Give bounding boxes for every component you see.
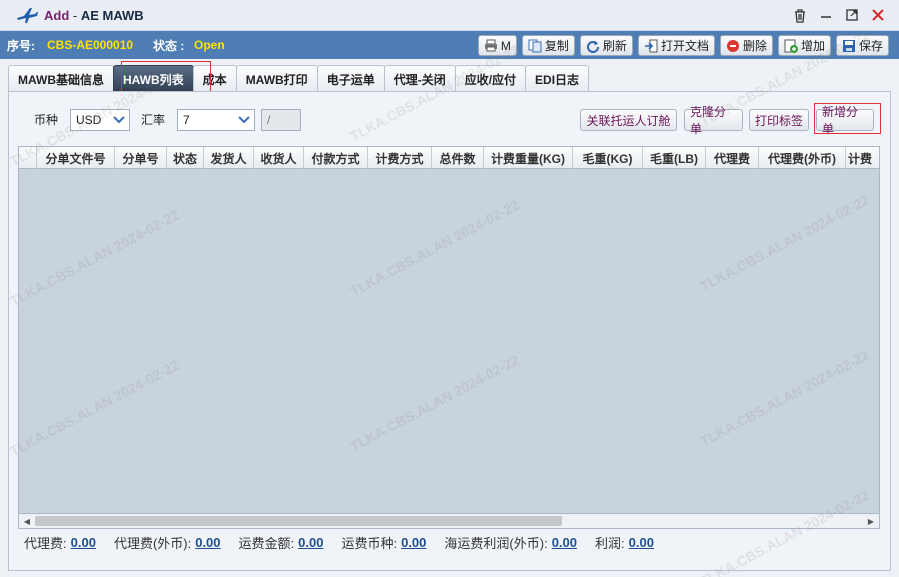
printer-icon [484,39,498,53]
save-button-label: 保存 [858,39,883,53]
window-title: Add - AE MAWB [44,8,144,23]
row-selector-header [19,147,37,169]
delete-button-label: 删除 [742,39,767,53]
ocean-profit-label: 海运费利润(外币): [444,535,548,551]
column-header[interactable]: 收货人 [254,147,304,169]
agent-fee-fc-label: 代理费(外币): [113,535,192,551]
title-bar: Add - AE MAWB [0,0,899,31]
save-icon [842,39,856,53]
currency-select[interactable]: USD [70,109,130,131]
trash-icon[interactable] [791,6,809,24]
column-header[interactable]: 分单文件号 [37,147,115,169]
freight-currency-label: 运费币种: [341,535,398,551]
serial-label: 序号: [7,38,35,53]
serial-value: CBS-AE000010 [47,38,134,52]
freight-currency-value[interactable]: 0.00 [401,535,426,550]
agent-fee-value[interactable]: 0.00 [71,535,96,550]
open-document-icon [644,39,658,53]
currency-label: 币种 [34,113,59,127]
toolbar: M 复制 刷新 打开文档 删除 增加 保存 [477,35,889,56]
column-header[interactable]: 代理费(外币) [759,147,846,169]
profit-label: 利润: [595,535,625,551]
copy-button-label: 复制 [544,39,569,53]
refresh-icon [586,39,600,53]
currency-select-value: USD [76,113,102,127]
rate-extra-value: / [267,113,271,127]
add-icon [784,39,798,53]
tab-receivable-payable[interactable]: 应收/应付 [454,65,527,92]
freight-amount-label: 运费金额: [238,535,295,551]
column-header[interactable]: 计费重量(KG) [484,147,573,169]
column-header[interactable]: 代理费 [706,147,759,169]
delete-button[interactable]: 删除 [719,35,773,56]
rate-label: 汇率 [141,113,166,127]
open-document-button-label: 打开文档 [660,39,709,53]
profit-value[interactable]: 0.00 [629,535,654,550]
scroll-left-icon[interactable]: ◀ [21,515,33,527]
state-label: 状态 : [153,38,185,53]
column-header[interactable]: 分单号 [115,147,167,169]
refresh-button[interactable]: 刷新 [579,35,633,56]
column-header[interactable]: 付款方式 [304,147,368,169]
m-button[interactable]: M [477,35,517,56]
tab-e-waybill[interactable]: 电子运单 [316,65,385,92]
m-button-label: M [500,38,511,53]
column-header[interactable]: 状态 [167,147,204,169]
window-title-text: AE MAWB [80,7,144,23]
refresh-button-label: 刷新 [602,39,627,53]
close-icon[interactable] [869,6,887,24]
copy-button[interactable]: 复制 [521,35,575,56]
hawb-grid[interactable]: 分单文件号 分单号 状态 发货人 收货人 付款方式 计费方式 总件数 计费重量(… [18,146,880,529]
column-header[interactable]: 发货人 [204,147,254,169]
tab-agent-close[interactable]: 代理-关闭 [383,65,456,92]
window-title-separator: - [69,7,81,23]
ocean-profit-value[interactable]: 0.00 [552,535,577,550]
clone-hawb-button[interactable]: 克隆分单 [684,105,743,136]
maximize-icon[interactable] [843,6,861,24]
rate-select-value: 7 [183,113,190,127]
delete-icon [726,39,740,53]
add-button[interactable]: 增加 [777,35,831,56]
column-header[interactable]: 计费方式 [368,147,432,169]
airplane-icon [16,4,38,26]
print-label-button[interactable]: 打印标签 [749,109,809,131]
column-header[interactable]: 毛重(KG) [573,147,643,169]
state-value: Open [194,38,225,52]
agent-fee-fc-value[interactable]: 0.00 [195,535,220,550]
chevron-down-icon [234,110,254,130]
column-header[interactable]: 总件数 [432,147,484,169]
window-title-prefix: Add [44,7,70,23]
scroll-right-icon[interactable]: ▶ [865,515,877,527]
tab-mawb-print[interactable]: MAWB打印 [235,65,318,92]
link-booking-button[interactable]: 关联托运人订舱 [580,109,677,131]
new-hawb-highlight [814,103,881,134]
column-header[interactable]: 计费 [846,147,879,169]
tab-edi-log[interactable]: EDI日志 [525,65,590,92]
chevron-down-icon [109,110,129,130]
rate-extra-field: / [261,109,301,131]
status-bar: 序号: CBS-AE000010 状态 : Open M 复制 刷新 打开文档 … [0,31,899,59]
column-header[interactable]: 毛重(LB) [643,147,706,169]
agent-fee-label: 代理费: [24,535,67,551]
add-button-label: 增加 [800,39,825,53]
freight-amount-value[interactable]: 0.00 [298,535,323,550]
copy-icon [528,39,542,53]
horizontal-scrollbar[interactable]: ◀ ▶ [18,513,880,529]
save-button[interactable]: 保存 [835,35,889,56]
minimize-icon[interactable] [817,6,835,24]
tab-bar: MAWB基础信息 HAWB列表 成本 MAWB打印 电子运单 代理-关闭 应收/… [8,65,590,92]
tab-mawb-basic-info[interactable]: MAWB基础信息 [8,65,114,92]
scrollbar-thumb[interactable] [35,516,562,526]
open-document-button[interactable]: 打开文档 [637,35,715,56]
rate-select[interactable]: 7 [177,109,255,131]
grid-header: 分单文件号 分单号 状态 发货人 收货人 付款方式 计费方式 总件数 计费重量(… [19,147,879,169]
totals-footer: 代理费: 0.00 代理费(外币): 0.00 运费金额: 0.00 运费币种:… [24,534,672,551]
